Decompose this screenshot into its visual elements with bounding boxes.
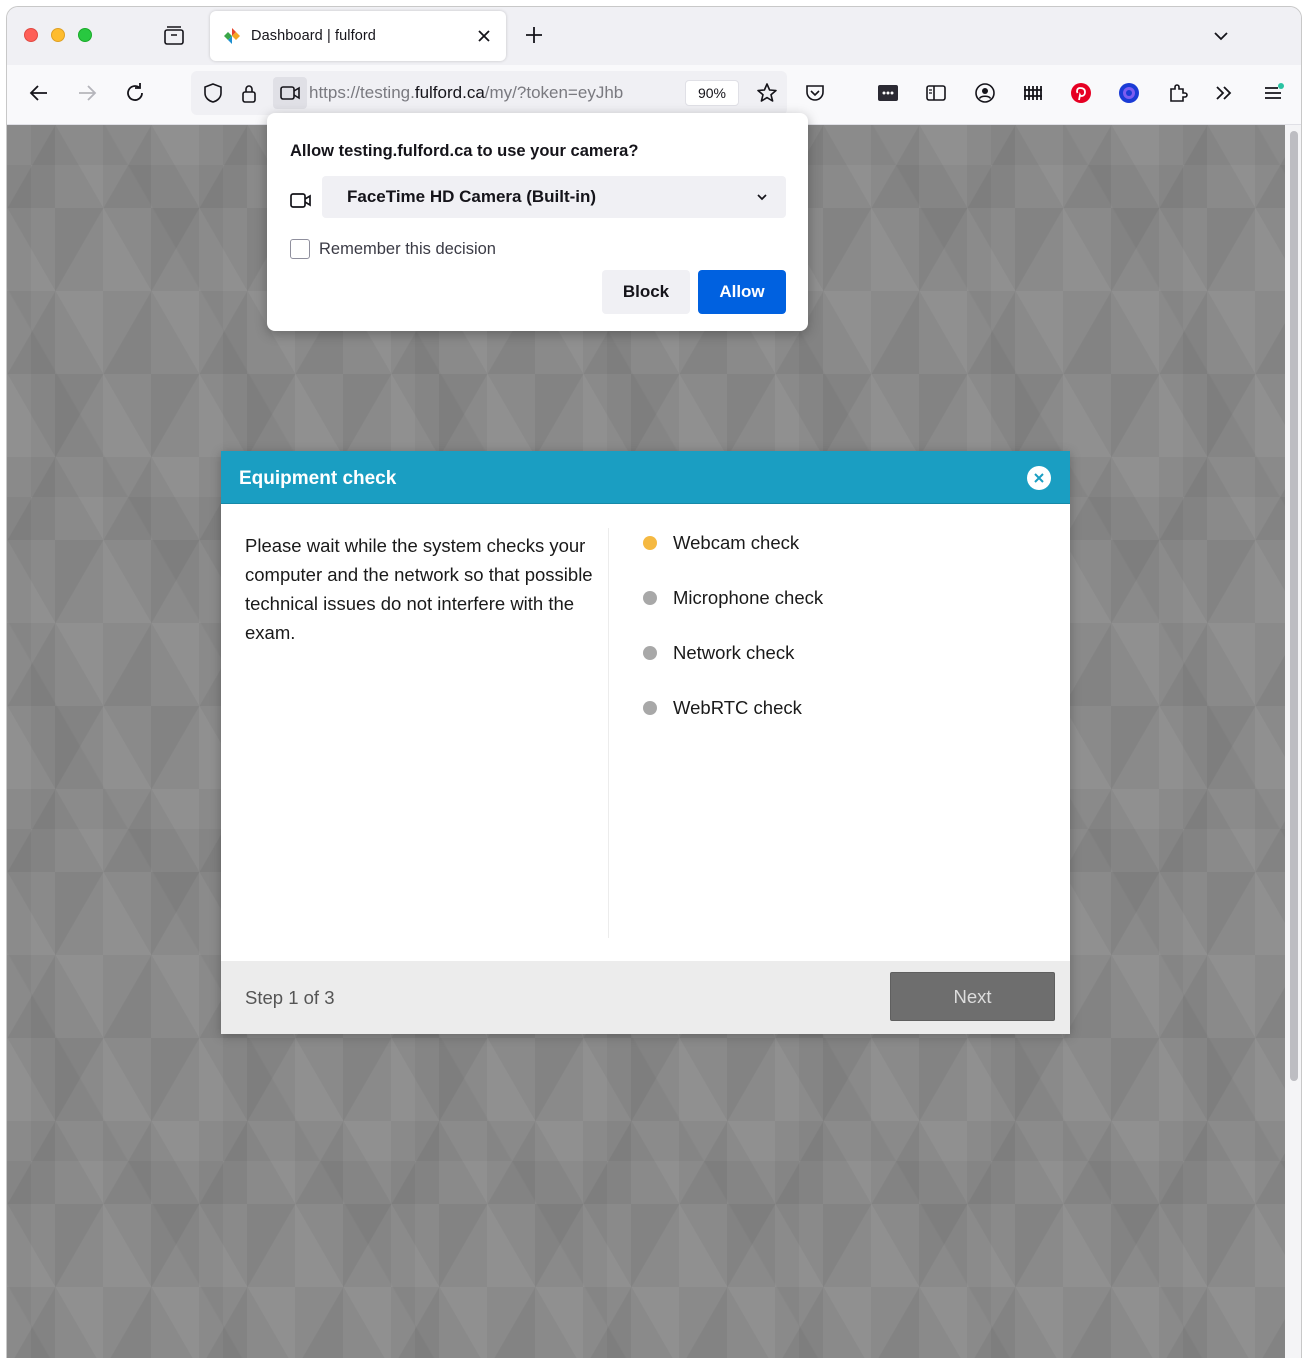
status-dot xyxy=(643,591,657,605)
check-label: Microphone check xyxy=(673,587,824,608)
check-item-webcam: Webcam check xyxy=(641,530,941,556)
camera-permission-icon[interactable] xyxy=(273,77,307,109)
shield-icon[interactable] xyxy=(199,79,227,107)
lock-icon[interactable] xyxy=(235,79,263,107)
check-item-microphone: Microphone check xyxy=(641,585,941,611)
sidebar-icon[interactable] xyxy=(922,79,950,107)
remember-label[interactable]: Remember this decision xyxy=(319,240,496,259)
forward-icon[interactable] xyxy=(73,79,101,107)
camera-permission-popup: Allow testing.fulford.ca to use your cam… xyxy=(267,113,808,331)
tab-list-icon[interactable] xyxy=(161,23,187,49)
tab-dashboard[interactable]: Dashboard | fulford xyxy=(210,11,506,61)
url-prefix: https://testing. xyxy=(309,83,415,102)
library-icon[interactable] xyxy=(1019,79,1047,107)
browser-window: Dashboard | fulford https://testing.fulf… xyxy=(6,6,1302,1358)
scrollbar-thumb[interactable] xyxy=(1290,131,1298,1081)
status-dot xyxy=(643,701,657,715)
onepassword-extension-icon[interactable] xyxy=(1115,79,1143,107)
close-window-button[interactable] xyxy=(24,28,38,42)
dialog-description: Please wait while the system checks your… xyxy=(245,535,593,643)
equipment-check-dialog: Equipment check Please wait while the sy… xyxy=(221,451,1070,1034)
remember-checkbox[interactable] xyxy=(290,239,310,259)
check-item-webrtc: WebRTC check xyxy=(641,695,941,721)
url-domain: fulford.ca xyxy=(414,83,485,102)
zoom-level[interactable]: 90% xyxy=(685,80,739,106)
account-icon[interactable] xyxy=(971,79,999,107)
chevron-down-icon xyxy=(754,189,770,205)
camera-select[interactable]: FaceTime HD Camera (Built-in) xyxy=(322,176,786,218)
divider xyxy=(608,528,609,938)
minimize-window-button[interactable] xyxy=(51,28,65,42)
tab-title: Dashboard | fulford xyxy=(251,28,376,44)
dialog-title: Equipment check xyxy=(239,468,397,489)
back-icon[interactable] xyxy=(25,79,53,107)
step-indicator: Step 1 of 3 xyxy=(245,987,335,1008)
check-item-network: Network check xyxy=(641,640,941,666)
bookmark-star-icon[interactable] xyxy=(753,79,781,107)
new-tab-icon[interactable] xyxy=(523,24,545,46)
close-tab-icon[interactable] xyxy=(474,26,494,46)
maximize-window-button[interactable] xyxy=(78,28,92,42)
extensions-puzzle-icon[interactable] xyxy=(1164,79,1192,107)
tab-strip: Dashboard | fulford xyxy=(7,7,1301,65)
status-dot xyxy=(643,646,657,660)
reload-icon[interactable] xyxy=(121,79,149,107)
extension-dots-icon[interactable] xyxy=(874,79,902,107)
block-button[interactable]: Block xyxy=(602,270,690,314)
pocket-icon[interactable] xyxy=(801,79,829,107)
status-dot xyxy=(643,536,657,550)
dialog-header: Equipment check xyxy=(221,451,1070,504)
check-label: WebRTC check xyxy=(673,697,802,718)
chevron-down-icon[interactable] xyxy=(1210,25,1232,47)
pinterest-icon[interactable] xyxy=(1067,79,1095,107)
overflow-chevrons-icon[interactable] xyxy=(1210,79,1238,107)
close-icon[interactable] xyxy=(1027,466,1051,490)
fulford-logo-icon xyxy=(222,26,242,46)
next-button[interactable]: Next xyxy=(890,972,1055,1021)
check-label: Webcam check xyxy=(673,532,800,553)
app-menu-icon[interactable] xyxy=(1259,79,1287,107)
dialog-footer: Step 1 of 3 Next xyxy=(221,961,1070,1034)
url-bar[interactable]: https://testing.fulford.ca/my/?token=eyJ… xyxy=(191,71,787,115)
url-path: /my/?token=eyJhb xyxy=(484,83,624,102)
permission-title: Allow testing.fulford.ca to use your cam… xyxy=(290,142,639,160)
camera-select-value: FaceTime HD Camera (Built-in) xyxy=(347,187,597,206)
camera-icon xyxy=(289,189,313,213)
check-label: Network check xyxy=(673,642,795,663)
url-text[interactable]: https://testing.fulford.ca/my/?token=eyJ… xyxy=(309,83,679,103)
allow-button[interactable]: Allow xyxy=(698,270,786,314)
